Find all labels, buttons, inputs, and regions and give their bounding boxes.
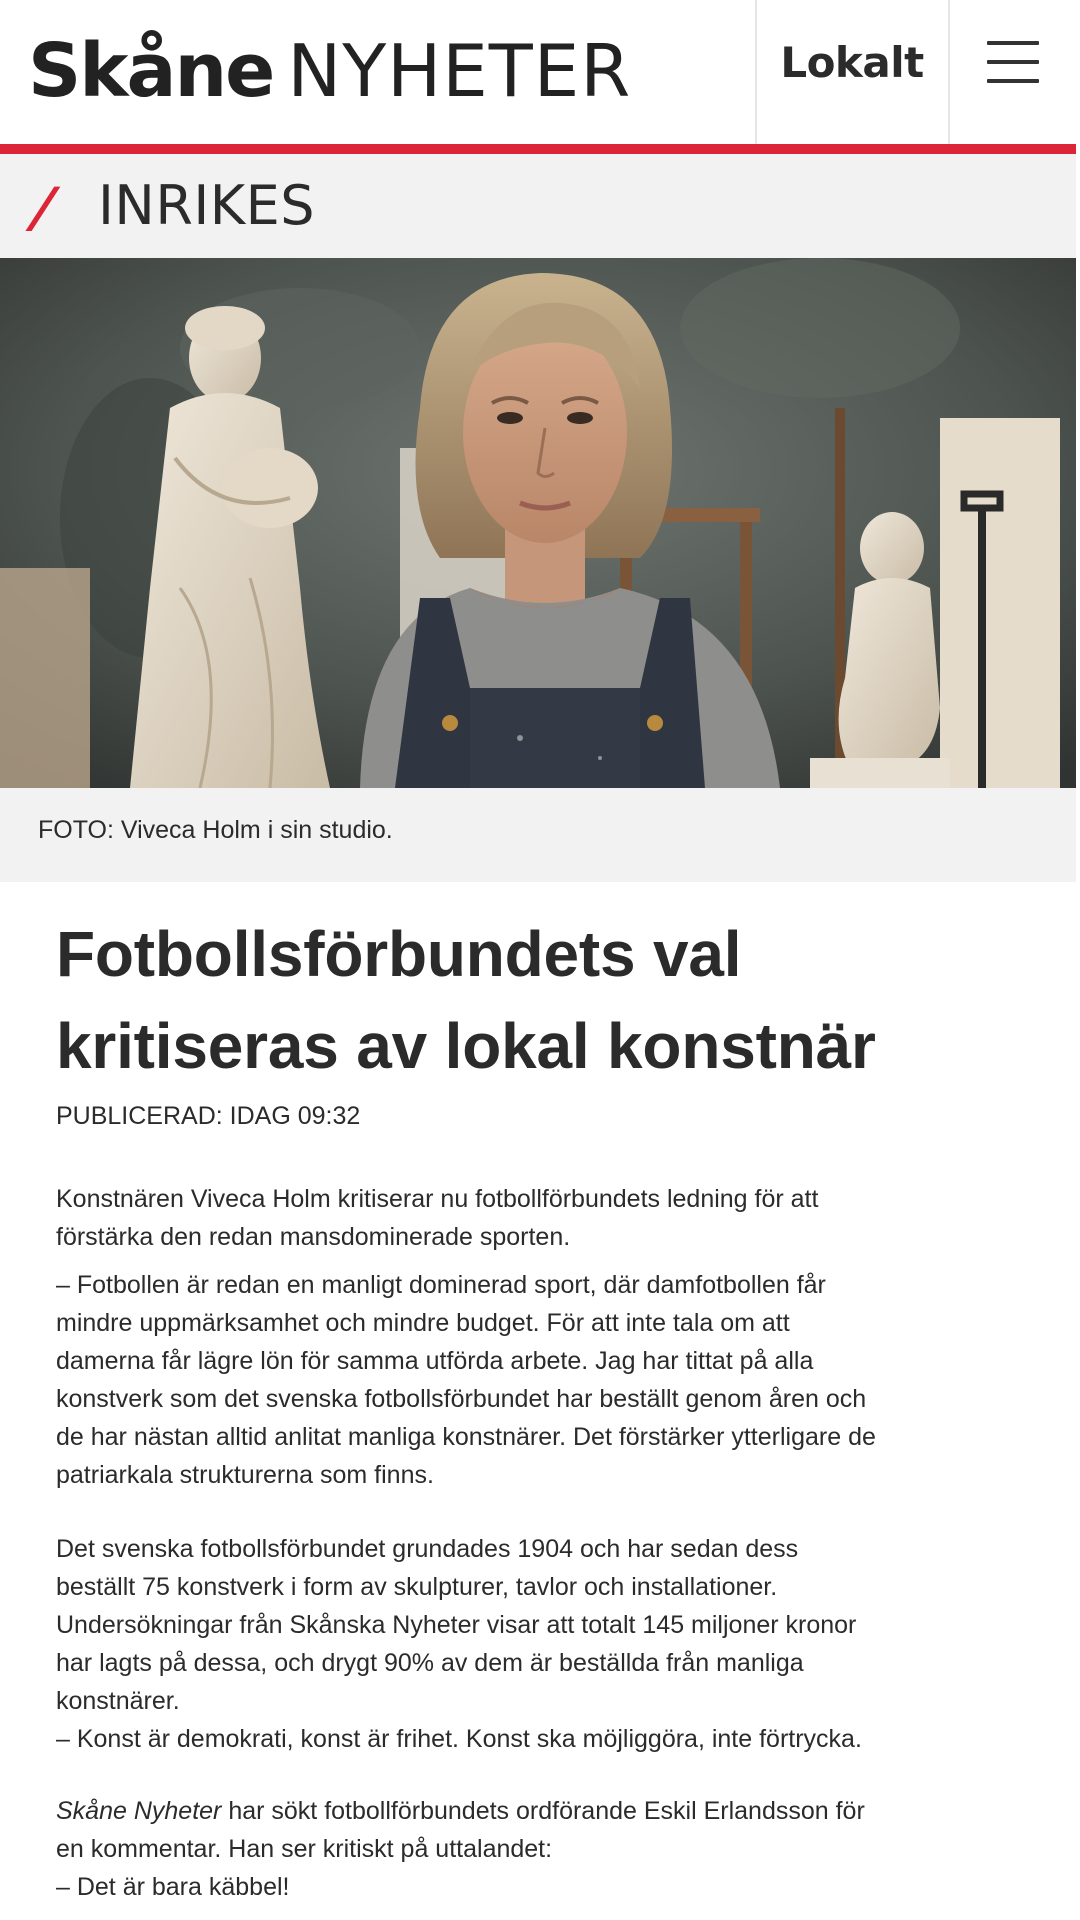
article-paragraph-4: Skåne Nyheter har sökt fotbollförbundets… bbox=[56, 1792, 1016, 1906]
image-caption: FOTO: Viveca Holm i sin studio. bbox=[38, 816, 393, 844]
nav-lokalt-link[interactable]: Lokalt bbox=[757, 0, 947, 124]
site-logo[interactable]: Skåne NYHETER bbox=[28, 28, 631, 118]
logo-skane: Skåne bbox=[28, 28, 275, 114]
text-line: mindre uppmärksamhet och mindre budget. … bbox=[56, 1309, 790, 1337]
text-line: damerna får lägre lön för samma utförda … bbox=[56, 1347, 814, 1375]
text-line: har lagts på dessa, och drygt 90% av dem… bbox=[56, 1649, 804, 1677]
text-line: konstnärer. bbox=[56, 1687, 180, 1715]
logo-nyheter: NYHETER bbox=[287, 29, 632, 113]
text-line: de har nästan alltid anlitat manliga kon… bbox=[56, 1423, 876, 1451]
article-headline: Fotbollsförbundets val kritiseras av lok… bbox=[56, 908, 1016, 1092]
site-header: Skåne NYHETER Lokalt bbox=[0, 0, 1076, 144]
article-paragraph-1: Konstnären Viveca Holm kritiserar nu fot… bbox=[56, 1180, 1016, 1256]
text-line: Undersökningar från Skånska Nyheter visa… bbox=[56, 1611, 857, 1639]
section-title[interactable]: INRIKES bbox=[98, 174, 315, 237]
headline-line-1: Fotbollsförbundets val bbox=[56, 918, 742, 990]
article-paragraph-2: – Fotbollen är redan en manligt dominera… bbox=[56, 1266, 1016, 1494]
text-line: – Det är bara käbbel! bbox=[56, 1873, 290, 1901]
hero-photo-illustration bbox=[0, 258, 1076, 788]
text-line: – Konst är demokrati, konst är frihet. K… bbox=[56, 1725, 862, 1753]
image-caption-box: FOTO: Viveca Holm i sin studio. bbox=[0, 788, 1076, 882]
headline-line-2: kritiseras av lokal konstnär bbox=[56, 1010, 876, 1082]
text-line: Det svenska fotbollsförbundet grundades … bbox=[56, 1535, 799, 1563]
published-timestamp: PUBLICERAD: IDAG 09:32 bbox=[56, 1102, 361, 1130]
text-line: konstverk som det svenska fotbollsförbun… bbox=[56, 1385, 867, 1413]
text-line: har sökt fotbollförbundets ordförande Es… bbox=[221, 1797, 865, 1825]
section-header: / INRIKES bbox=[0, 154, 1076, 258]
article-page: Skåne NYHETER Lokalt / INRIKES FOTO: Viv… bbox=[0, 0, 1076, 1920]
page: Skåne NYHETER Lokalt / INRIKES FOTO: Viv… bbox=[0, 0, 1080, 1920]
menu-button[interactable] bbox=[950, 0, 1076, 124]
publication-name: Skåne Nyheter bbox=[56, 1797, 222, 1825]
text-line: förstärka den redan mansdominerade sport… bbox=[56, 1223, 571, 1251]
text-line: beställt 75 konstverk i form av skulptur… bbox=[56, 1573, 778, 1601]
text-line: – Fotbollen är redan en manligt dominera… bbox=[56, 1271, 826, 1299]
text-line: Konstnären Viveca Holm kritiserar nu fot… bbox=[56, 1185, 819, 1213]
hero-image bbox=[0, 258, 1076, 788]
section-slash-icon: / bbox=[29, 176, 59, 239]
text-line: en kommentar. Han ser kritiskt på uttala… bbox=[56, 1835, 553, 1863]
text-line: patriarkala strukturerna som finns. bbox=[56, 1461, 434, 1489]
article-paragraph-3: Det svenska fotbollsförbundet grundades … bbox=[56, 1530, 1016, 1758]
header-accent-bar bbox=[0, 144, 1076, 154]
hamburger-menu-icon bbox=[987, 41, 1039, 83]
